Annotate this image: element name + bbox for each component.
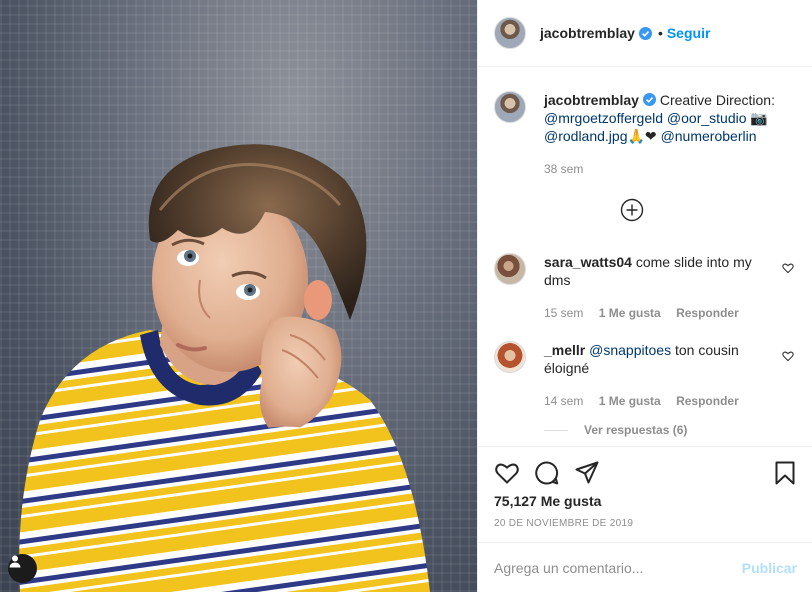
caption-lead: Creative Direction: xyxy=(659,92,775,108)
reply-button[interactable]: Responder xyxy=(676,306,739,320)
plus-circle-icon[interactable] xyxy=(620,198,644,222)
verified-badge-icon xyxy=(642,93,656,106)
post-photo[interactable] xyxy=(0,0,477,592)
paper-plane-icon[interactable] xyxy=(574,460,600,486)
comment-mention[interactable]: @snappitoes xyxy=(589,342,671,358)
comment-bubble-icon[interactable] xyxy=(534,460,560,486)
commenter-username[interactable]: _mellr xyxy=(544,342,585,358)
heart-icon[interactable] xyxy=(494,460,520,486)
pray-heart-emoji: 🙏❤ xyxy=(627,128,657,144)
commenter-avatar[interactable] xyxy=(494,253,526,285)
caption-mention[interactable]: @oor_studio xyxy=(667,110,747,126)
verified-badge-icon xyxy=(638,26,652,40)
caption-time[interactable]: 38 sem xyxy=(544,162,583,176)
replies-divider xyxy=(544,429,568,431)
follow-button[interactable]: Seguir xyxy=(667,25,711,41)
add-comment-bar: Publicar xyxy=(478,542,812,592)
caption: jacobtremblay Creative Direction: @mrgoe… xyxy=(494,91,796,176)
caption-mention[interactable]: @rodland.jpg xyxy=(544,128,628,144)
caption-meta: 38 sem xyxy=(544,162,794,176)
publish-button[interactable]: Publicar xyxy=(742,560,797,576)
caption-username[interactable]: jacobtremblay xyxy=(544,92,639,108)
caption-avatar[interactable] xyxy=(494,91,526,123)
post-side-panel: jacobtremblay • Seguir jacobtremblay Cre… xyxy=(477,0,812,592)
caption-text: jacobtremblay Creative Direction: @mrgoe… xyxy=(544,91,794,145)
separator-dot: • xyxy=(657,25,663,41)
commenter-avatar[interactable] xyxy=(494,341,526,373)
author-username[interactable]: jacobtremblay xyxy=(540,25,635,41)
comment-text: _mellr @snappitoes ton cousin éloigné xyxy=(544,341,780,377)
view-replies-button[interactable]: Ver respuestas (6) xyxy=(544,423,687,437)
post-date[interactable]: 20 DE NOVIEMBRE DE 2019 xyxy=(494,518,633,529)
author-avatar[interactable] xyxy=(494,17,526,49)
comment-meta: 14 sem 1 Me gusta Responder xyxy=(544,394,780,408)
comment-meta: 15 sem 1 Me gusta Responder xyxy=(544,306,780,320)
comment-text: sara_watts04 come slide into my dms xyxy=(544,253,780,289)
comment-item: sara_watts04 come slide into my dms 15 s… xyxy=(494,253,796,320)
camera-emoji: 📷 xyxy=(750,110,768,126)
commenter-username[interactable]: sara_watts04 xyxy=(544,254,632,270)
comment-likes[interactable]: 1 Me gusta xyxy=(599,306,661,320)
reply-button[interactable]: Responder xyxy=(676,394,739,408)
comment-time[interactable]: 14 sem xyxy=(544,394,583,408)
action-icons xyxy=(478,447,812,493)
view-replies-label: Ver respuestas (6) xyxy=(584,423,688,437)
post-header: jacobtremblay • Seguir xyxy=(478,0,812,67)
user-tag-icon[interactable] xyxy=(8,554,37,583)
comments-section[interactable]: jacobtremblay Creative Direction: @mrgoe… xyxy=(478,67,812,445)
comment-likes[interactable]: 1 Me gusta xyxy=(599,394,661,408)
likes-count[interactable]: 75,127 Me gusta xyxy=(494,493,601,509)
caption-mention[interactable]: @mrgoetzoffergeld xyxy=(544,110,663,126)
comment-item: _mellr @snappitoes ton cousin éloigné 14… xyxy=(494,341,796,408)
post-actions: 75,127 Me gusta 20 DE NOVIEMBRE DE 2019 xyxy=(478,446,812,529)
comment-like-heart-icon[interactable] xyxy=(782,350,794,362)
comment-like-heart-icon[interactable] xyxy=(782,262,794,274)
comment-time[interactable]: 15 sem xyxy=(544,306,583,320)
caption-mention[interactable]: @numeroberlin xyxy=(661,128,757,144)
bookmark-icon[interactable] xyxy=(772,460,798,486)
comment-input[interactable] xyxy=(494,559,742,576)
post-photo-illustration xyxy=(19,144,431,592)
